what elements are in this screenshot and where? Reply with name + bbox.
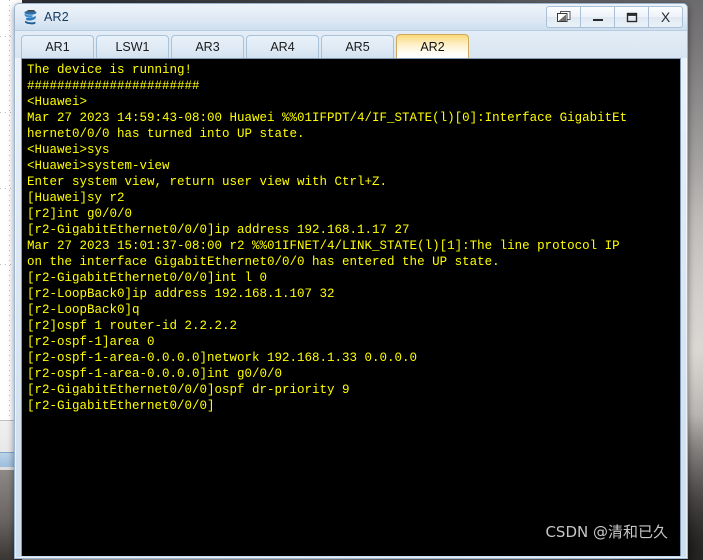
terminal-line: <Huawei> xyxy=(27,95,88,109)
terminal-line: Mar 27 2023 14:59:43-08:00 Huawei %%01IF… xyxy=(27,111,628,125)
console-output-panel[interactable]: The device is running! ##################… xyxy=(21,58,681,556)
terminal-line: ####################### xyxy=(27,79,200,93)
router-device-icon xyxy=(22,9,39,26)
window-controls: X xyxy=(546,6,683,28)
terminal-line: [r2-LoopBack0]q xyxy=(27,303,140,317)
terminal-line: [r2-ospf-1]area 0 xyxy=(27,335,155,349)
title-bar[interactable]: AR2 X xyxy=(15,4,687,31)
terminal-line: [r2]int g0/0/0 xyxy=(27,207,133,221)
tab-lsw1[interactable]: LSW1 xyxy=(96,35,169,58)
terminal-line: The device is running! xyxy=(27,63,193,77)
terminal-line: [r2-GigabitEthernet0/0/0]ip address 192.… xyxy=(27,223,410,237)
tab-ar1[interactable]: AR1 xyxy=(21,35,94,58)
terminal-line: [r2-GigabitEthernet0/0/0]ospf dr-priorit… xyxy=(27,383,350,397)
terminal-line: hernet0/0/0 has turned into UP state. xyxy=(27,127,305,141)
tab-label: AR5 xyxy=(345,40,370,54)
tab-label: LSW1 xyxy=(115,40,150,54)
console-window: AR2 X AR1 LSW1 AR3 AR4 AR5 AR2 The devic… xyxy=(14,3,688,559)
maximize-button[interactable] xyxy=(614,6,649,28)
minimize-button[interactable] xyxy=(580,6,615,28)
terminal-line: [r2-ospf-1-area-0.0.0.0]int g0/0/0 xyxy=(27,367,283,381)
tab-label: AR2 xyxy=(420,39,445,54)
tab-label: AR1 xyxy=(45,40,70,54)
close-icon: X xyxy=(660,9,671,25)
terminal-line: [r2-LoopBack0]ip address 192.168.1.107 3… xyxy=(27,287,335,301)
device-tab-bar: AR1 LSW1 AR3 AR4 AR5 AR2 xyxy=(15,31,687,58)
terminal-line: <Huawei>system-view xyxy=(27,159,170,173)
tab-ar3[interactable]: AR3 xyxy=(171,35,244,58)
tab-ar4[interactable]: AR4 xyxy=(246,35,319,58)
terminal-line: [r2-ospf-1-area-0.0.0.0]network 192.168.… xyxy=(27,351,418,365)
tab-label: AR3 xyxy=(195,40,220,54)
window-title: AR2 xyxy=(44,10,69,24)
terminal-line: [Huawei]sy r2 xyxy=(27,191,125,205)
terminal-output[interactable]: The device is running! ##################… xyxy=(22,59,680,556)
tab-ar2[interactable]: AR2 xyxy=(396,34,469,58)
terminal-line: Enter system view, return user view with… xyxy=(27,175,388,189)
tab-ar5[interactable]: AR5 xyxy=(321,35,394,58)
tab-label: AR4 xyxy=(270,40,295,54)
terminal-line: on the interface GigabitEthernet0/0/0 ha… xyxy=(27,255,500,269)
restore-windows-button[interactable] xyxy=(546,6,581,28)
terminal-line: [r2-GigabitEthernet0/0/0] xyxy=(27,399,215,413)
terminal-line: [r2]ospf 1 router-id 2.2.2.2 xyxy=(27,319,238,333)
screen: AR2 X AR1 LSW1 AR3 AR4 AR5 AR2 The devic… xyxy=(0,0,703,560)
terminal-line: <Huawei>sys xyxy=(27,143,110,157)
terminal-line: [r2-GigabitEthernet0/0/0]int l 0 xyxy=(27,271,268,285)
close-button[interactable]: X xyxy=(648,6,683,28)
terminal-line: Mar 27 2023 15:01:37-08:00 r2 %%01IFNET/… xyxy=(27,239,620,253)
